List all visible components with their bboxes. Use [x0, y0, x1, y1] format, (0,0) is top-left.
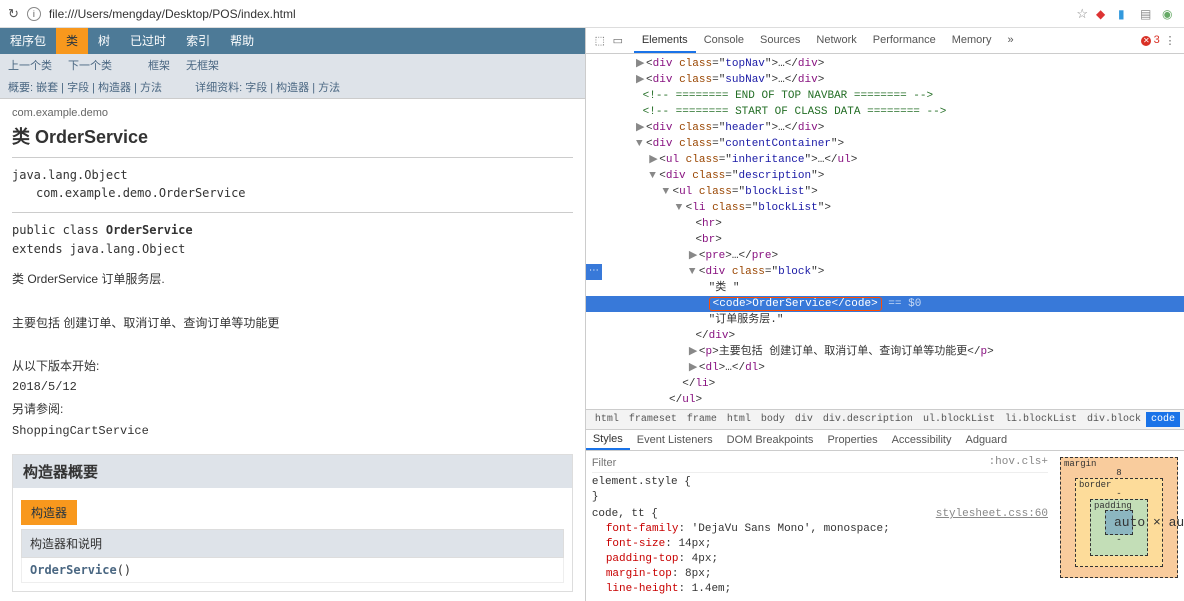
- devtools-toolbar: ⬚ ▭ Elements Console Sources Network Per…: [586, 28, 1184, 54]
- tab-performance[interactable]: Performance: [865, 29, 944, 53]
- inherit-self: com.example.demo.OrderService: [12, 184, 573, 202]
- cls-toggle[interactable]: .cls: [1015, 455, 1041, 470]
- devtools-panel: ⬚ ▭ Elements Console Sources Network Per…: [585, 28, 1184, 601]
- nav-help[interactable]: 帮助: [220, 28, 264, 54]
- device-icon[interactable]: ▭: [610, 33, 626, 49]
- inheritance-tree: java.lang.Object com.example.demo.OrderS…: [12, 166, 573, 202]
- tab-styles[interactable]: Styles: [586, 430, 630, 450]
- sub-nav: 上一个类 下一个类 框架 无框架: [0, 54, 585, 76]
- top-nav: 程序包 类 树 已过时 索引 帮助: [0, 28, 585, 54]
- element-style[interactable]: element.style { }: [592, 475, 1048, 505]
- tab-more[interactable]: »: [999, 29, 1021, 53]
- nav-links: 概要: 嵌套 | 字段 | 构造器 | 方法 详细资料: 字段 | 构造器 | …: [0, 76, 585, 99]
- ext-icon-4[interactable]: ◉: [1162, 7, 1176, 21]
- nav-deprecated[interactable]: 已过时: [120, 28, 176, 54]
- table-row: OrderService(): [22, 558, 564, 583]
- reload-icon[interactable]: ↻: [8, 6, 19, 22]
- constructor-summary-title: 构造器概要: [13, 455, 572, 488]
- error-badge[interactable]: ✕3: [1141, 35, 1160, 47]
- nav-tree[interactable]: 树: [88, 28, 120, 54]
- ctor-header: 构造器和说明: [22, 530, 564, 558]
- inherit-root: java.lang.Object: [12, 166, 573, 184]
- css-rule-code[interactable]: code, tt {stylesheet.css:60 font-family:…: [592, 507, 1048, 597]
- package-name: com.example.demo: [12, 107, 573, 119]
- tab-event-listeners[interactable]: Event Listeners: [630, 431, 720, 449]
- styles-filter[interactable]: [592, 455, 652, 470]
- next-class[interactable]: 下一个类: [68, 57, 112, 73]
- detail-links[interactable]: 详细资料: 字段 | 构造器 | 方法: [195, 82, 340, 94]
- star-icon[interactable]: ☆: [1076, 6, 1088, 22]
- class-signature: public class OrderService extends java.l…: [12, 221, 573, 259]
- extension-icons: ◆ ▮ ▤ ◉: [1096, 7, 1176, 21]
- styles-tabs: Styles Event Listeners DOM Breakpoints P…: [586, 429, 1184, 451]
- tab-dom-breakpoints[interactable]: DOM Breakpoints: [720, 431, 821, 449]
- nav-package[interactable]: 程序包: [0, 28, 56, 54]
- tab-console[interactable]: Console: [696, 29, 752, 53]
- ctor-link[interactable]: OrderService: [30, 563, 117, 577]
- summary-links[interactable]: 概要: 嵌套 | 字段 | 构造器 | 方法: [8, 82, 162, 94]
- tab-adguard[interactable]: Adguard: [958, 431, 1014, 449]
- ellipsis-indicator: ⋯: [586, 264, 602, 280]
- tab-network[interactable]: Network: [808, 29, 864, 53]
- class-title: 类 OrderService: [12, 123, 573, 149]
- constructor-summary: 构造器概要 构造器 构造器和说明 OrderService(): [12, 454, 573, 592]
- tab-accessibility[interactable]: Accessibility: [885, 431, 959, 449]
- add-rule-icon[interactable]: +: [1041, 455, 1048, 470]
- nav-index[interactable]: 索引: [176, 28, 220, 54]
- stylesheet-link[interactable]: stylesheet.css:60: [936, 507, 1048, 522]
- tab-sources[interactable]: Sources: [752, 29, 808, 53]
- ext-icon-2[interactable]: ▮: [1118, 7, 1132, 21]
- tab-elements[interactable]: Elements: [634, 29, 696, 53]
- browser-toolbar: ↻ i file:///Users/mengday/Desktop/POS/in…: [0, 0, 1184, 28]
- selected-dom-node: <code>OrderService</code> == $0: [586, 296, 1184, 312]
- tab-memory[interactable]: Memory: [944, 29, 1000, 53]
- javadoc-page: 程序包 类 树 已过时 索引 帮助 上一个类 下一个类 框架 无框架 概要: 嵌…: [0, 28, 585, 601]
- inspect-icon[interactable]: ⬚: [592, 33, 608, 49]
- prev-class[interactable]: 上一个类: [8, 57, 52, 73]
- tab-properties[interactable]: Properties: [820, 431, 884, 449]
- devtools-menu-icon[interactable]: ⋮: [1162, 33, 1178, 49]
- box-model: margin8 border- padding auto × auto -: [1054, 451, 1184, 601]
- url-bar[interactable]: file:///Users/mengday/Desktop/POS/index.…: [49, 7, 1068, 21]
- class-description: 类 OrderService 订单服务层. 主要包括 创建订单、取消订单、查询订…: [12, 269, 573, 442]
- ext-icon-3[interactable]: ▤: [1140, 7, 1154, 21]
- styles-panel: :hov .cls + element.style { } code, tt {…: [586, 451, 1184, 601]
- frames-link[interactable]: 框架: [148, 57, 170, 73]
- hov-toggle[interactable]: :hov: [989, 455, 1015, 470]
- ext-icon-1[interactable]: ◆: [1096, 7, 1110, 21]
- info-icon[interactable]: i: [27, 7, 41, 21]
- dom-tree[interactable]: ▶<div class="topNav">…</div> ▶<div class…: [586, 54, 1184, 409]
- nav-class[interactable]: 类: [56, 28, 88, 54]
- constructors-tab[interactable]: 构造器: [21, 500, 77, 525]
- breadcrumb[interactable]: htmlframesetframehtmlbodydivdiv.descript…: [586, 409, 1184, 429]
- noframes-link[interactable]: 无框架: [186, 57, 219, 73]
